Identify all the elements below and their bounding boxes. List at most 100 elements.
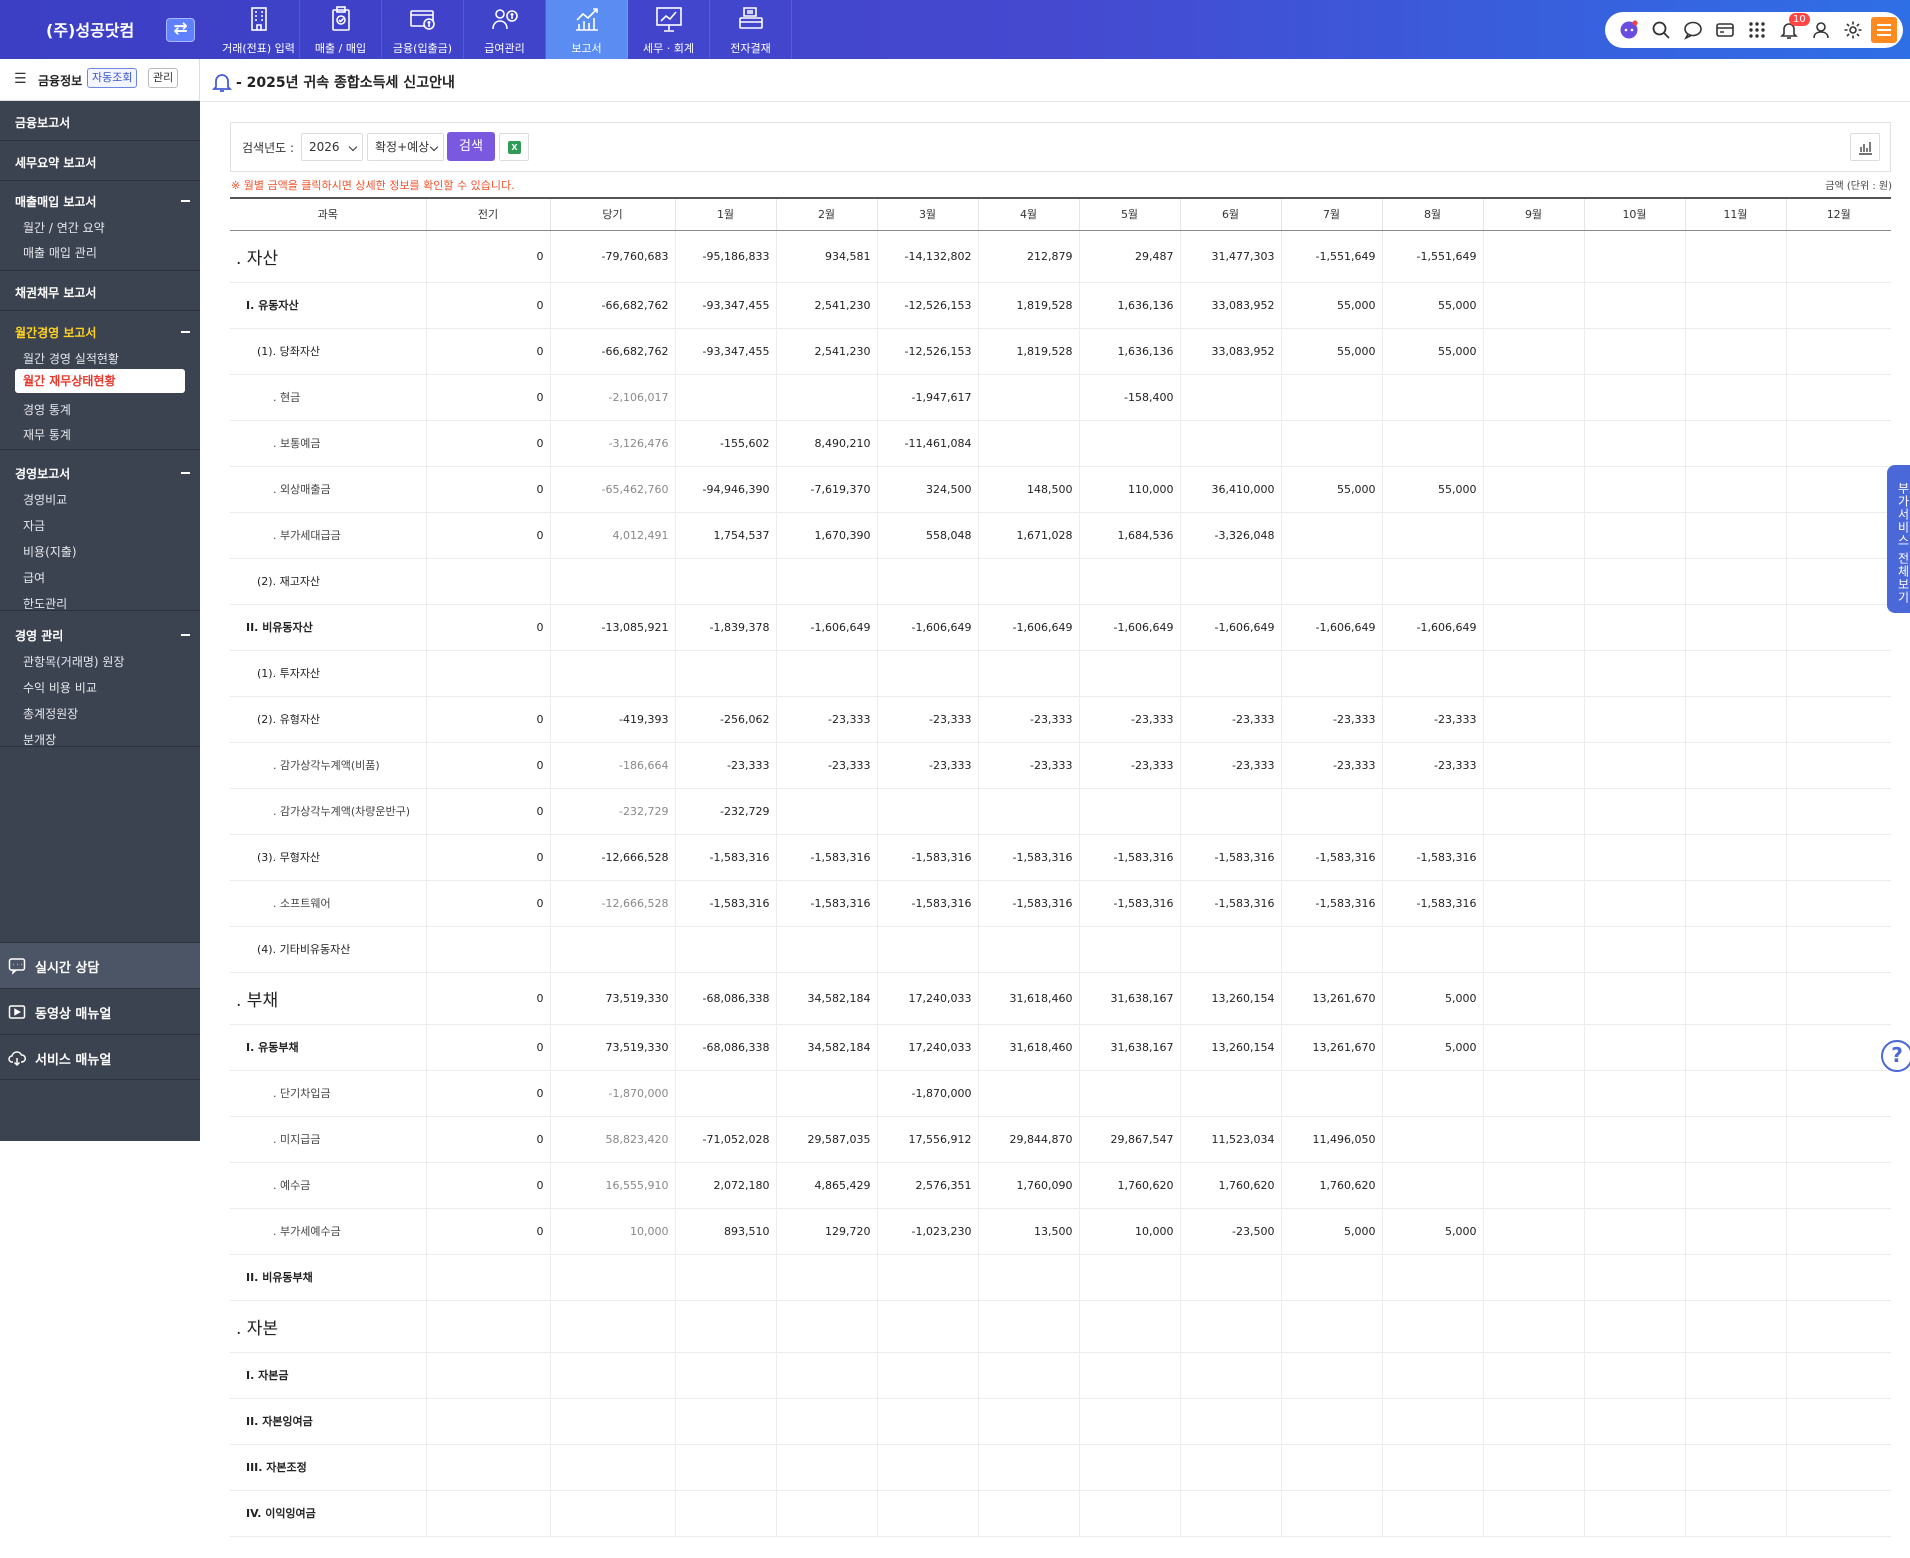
month-amount-cell[interactable]: -1,606,649	[1280, 604, 1382, 651]
month-amount-cell[interactable]: 55,000	[1280, 282, 1382, 329]
month-amount-cell[interactable]: -94,946,390	[674, 466, 776, 513]
hamburger-menu-button[interactable]	[1871, 17, 1897, 43]
message-button[interactable]	[1679, 16, 1707, 44]
user-button[interactable]	[1807, 16, 1835, 44]
company-name[interactable]: (주)성공닷컴	[46, 17, 134, 41]
sidebar-item-business-stats[interactable]: 경영 통계	[23, 401, 71, 418]
month-amount-cell[interactable]: 33,083,952	[1179, 328, 1281, 375]
sidebar-item-salary[interactable]: 급여	[23, 569, 45, 586]
month-amount-cell[interactable]: -1,583,316	[1280, 880, 1382, 927]
month-amount-cell[interactable]: -68,086,338	[674, 972, 776, 1025]
menu-head[interactable]: 경영 관리	[15, 627, 63, 644]
sidebar-item-expenses[interactable]: 비용(지출)	[23, 543, 77, 560]
sidebar-item-monthly-financial-status[interactable]: 월간 재무상태현황	[15, 369, 185, 393]
help-button[interactable]: ?	[1881, 1040, 1910, 1072]
month-amount-cell[interactable]: 1,819,528	[977, 282, 1079, 329]
month-amount-cell[interactable]: 13,260,154	[1179, 972, 1281, 1025]
sidebar-item-sales-purchase-manage[interactable]: 매출 매입 관리	[23, 244, 97, 261]
search-button[interactable]	[1647, 16, 1675, 44]
month-amount-cell[interactable]: -158,400	[1078, 374, 1180, 421]
sidebar-item-monthly-performance[interactable]: 월간 경영 실적현황	[23, 350, 119, 367]
month-amount-cell[interactable]: 2,541,230	[775, 282, 877, 329]
month-amount-cell[interactable]: -1,583,316	[1381, 880, 1483, 927]
month-amount-cell[interactable]: 13,261,670	[1280, 1024, 1382, 1071]
month-amount-cell[interactable]: 36,410,000	[1179, 466, 1281, 513]
month-amount-cell[interactable]: -93,347,455	[674, 328, 776, 375]
month-amount-cell[interactable]: 11,523,034	[1179, 1116, 1281, 1163]
month-amount-cell[interactable]: 31,618,460	[977, 1024, 1079, 1071]
switch-company-button[interactable]: ⇄	[166, 18, 195, 42]
month-amount-cell[interactable]: -1,583,316	[977, 880, 1079, 927]
month-amount-cell[interactable]: 5,000	[1381, 1208, 1483, 1255]
settings-button[interactable]	[1839, 16, 1867, 44]
month-amount-cell[interactable]: -14,132,802	[876, 230, 978, 283]
nav-tab-tax-accounting[interactable]: 세무 · 회계	[628, 0, 710, 59]
month-amount-cell[interactable]: 17,240,033	[876, 1024, 978, 1071]
month-amount-cell[interactable]: 5,000	[1280, 1208, 1382, 1255]
month-amount-cell[interactable]: 34,582,184	[775, 1024, 877, 1071]
month-amount-cell[interactable]: 29,867,547	[1078, 1116, 1180, 1163]
month-amount-cell[interactable]: 34,582,184	[775, 972, 877, 1025]
month-amount-cell[interactable]: 4,865,429	[775, 1162, 877, 1209]
month-amount-cell[interactable]: -1,583,316	[775, 834, 877, 881]
month-amount-cell[interactable]: -23,333	[977, 696, 1079, 743]
month-amount-cell[interactable]: 31,618,460	[977, 972, 1079, 1025]
sidebar-item-general-ledger[interactable]: 총계정원장	[23, 705, 78, 722]
month-amount-cell[interactable]: -23,333	[1179, 696, 1281, 743]
month-amount-cell[interactable]: -3,326,048	[1179, 512, 1281, 559]
sidebar-item-business-compare[interactable]: 경영비교	[23, 491, 67, 508]
live-chat-button[interactable]: 실시간 상담	[0, 942, 200, 988]
month-amount-cell[interactable]: -1,583,316	[1179, 880, 1281, 927]
month-amount-cell[interactable]: -1,583,316	[674, 880, 776, 927]
month-amount-cell[interactable]: 2,576,351	[876, 1162, 978, 1209]
month-amount-cell[interactable]: -1,606,649	[1381, 604, 1483, 651]
month-amount-cell[interactable]: -1,606,649	[1078, 604, 1180, 651]
nav-tab-e-approval[interactable]: 전자결재	[710, 0, 792, 59]
chart-view-button[interactable]	[1850, 133, 1880, 161]
month-amount-cell[interactable]: -23,333	[1381, 696, 1483, 743]
extra-services-tab[interactable]: 부가서비스 전체보기	[1887, 465, 1910, 613]
nav-tab-report[interactable]: 보고서	[546, 0, 628, 59]
month-amount-cell[interactable]: -1,583,316	[876, 880, 978, 927]
month-amount-cell[interactable]: 1,670,390	[775, 512, 877, 559]
sidebar-item-period-summary[interactable]: 월간 / 연간 요약	[23, 219, 105, 236]
month-amount-cell[interactable]: 1,754,537	[674, 512, 776, 559]
month-amount-cell[interactable]: -1,947,617	[876, 374, 978, 421]
month-amount-cell[interactable]: -95,186,833	[674, 230, 776, 283]
month-amount-cell[interactable]: 1,636,136	[1078, 328, 1180, 375]
month-amount-cell[interactable]: 1,671,028	[977, 512, 1079, 559]
month-amount-cell[interactable]: -1,583,316	[1078, 880, 1180, 927]
month-amount-cell[interactable]: -12,526,153	[876, 282, 978, 329]
menu-finance-report[interactable]: 금융보고서	[0, 101, 200, 141]
month-amount-cell[interactable]: 1,819,528	[977, 328, 1079, 375]
month-amount-cell[interactable]: 893,510	[674, 1208, 776, 1255]
month-amount-cell[interactable]: -68,086,338	[674, 1024, 776, 1071]
month-amount-cell[interactable]: 129,720	[775, 1208, 877, 1255]
sidebar-item-limit-manage[interactable]: 한도관리	[23, 595, 67, 612]
month-amount-cell[interactable]: 55,000	[1280, 466, 1382, 513]
month-amount-cell[interactable]: -1,606,649	[775, 604, 877, 651]
month-amount-cell[interactable]: -23,333	[876, 696, 978, 743]
chatbot-button[interactable]	[1615, 16, 1643, 44]
month-amount-cell[interactable]: -11,461,084	[876, 420, 978, 467]
video-manual-button[interactable]: 동영상 매뉴얼	[0, 988, 200, 1034]
month-amount-cell[interactable]: 11,496,050	[1280, 1116, 1382, 1163]
month-amount-cell[interactable]: 8,490,210	[775, 420, 877, 467]
month-amount-cell[interactable]: 13,261,670	[1280, 972, 1382, 1025]
month-amount-cell[interactable]: -1,551,649	[1381, 230, 1483, 283]
month-amount-cell[interactable]: -23,333	[1280, 742, 1382, 789]
month-amount-cell[interactable]: 55,000	[1381, 282, 1483, 329]
month-amount-cell[interactable]: -1,606,649	[977, 604, 1079, 651]
apps-button[interactable]	[1743, 16, 1771, 44]
month-amount-cell[interactable]: 13,260,154	[1179, 1024, 1281, 1071]
card-button[interactable]	[1711, 16, 1739, 44]
sidebar-item-finance-stats[interactable]: 재무 통계	[23, 426, 71, 443]
nav-tab-payroll[interactable]: 급여관리	[464, 0, 546, 59]
month-amount-cell[interactable]: 31,638,167	[1078, 1024, 1180, 1071]
sidebar-item-funds[interactable]: 자금	[23, 517, 45, 534]
month-amount-cell[interactable]: 110,000	[1078, 466, 1180, 513]
month-amount-cell[interactable]: 55,000	[1381, 466, 1483, 513]
month-amount-cell[interactable]: -1,606,649	[1179, 604, 1281, 651]
month-amount-cell[interactable]: -12,526,153	[876, 328, 978, 375]
month-amount-cell[interactable]: 2,541,230	[775, 328, 877, 375]
